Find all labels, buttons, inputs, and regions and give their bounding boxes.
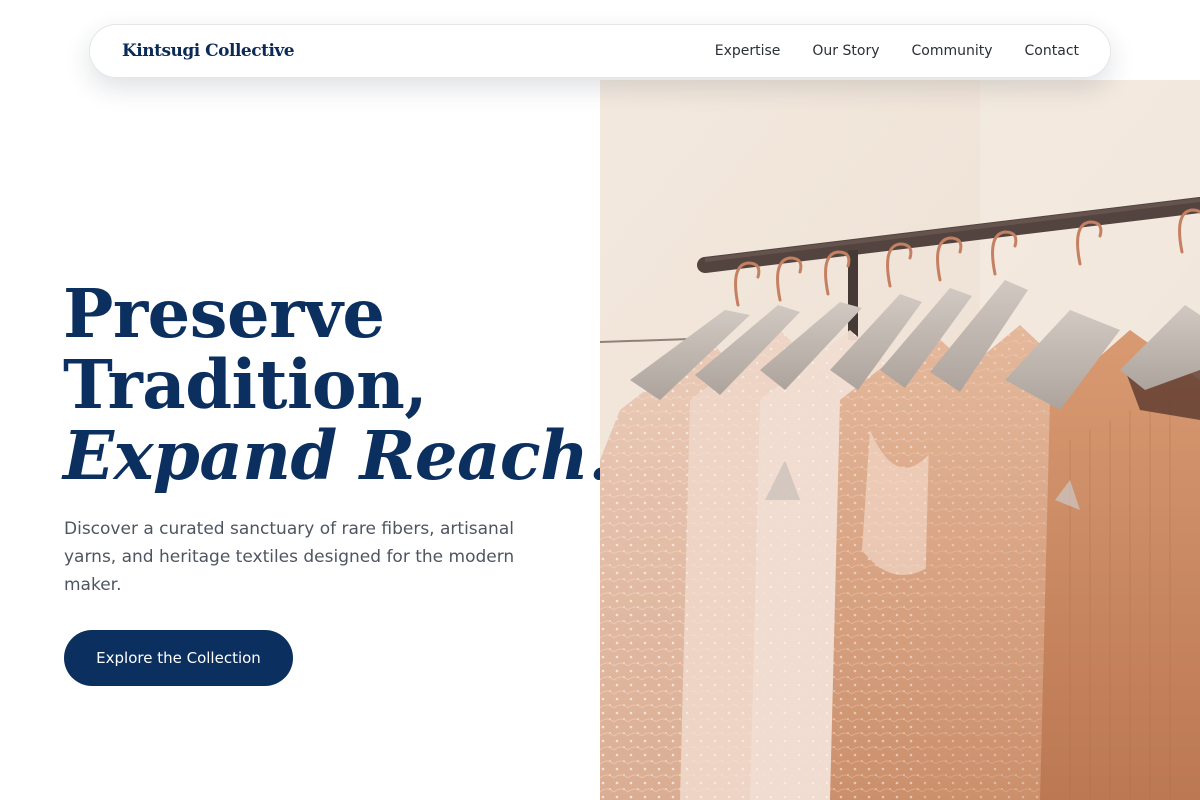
nav-link-contact[interactable]: Contact	[1025, 43, 1079, 59]
explore-collection-button[interactable]: Explore the Collection	[64, 630, 293, 686]
brand-logo[interactable]: Kintsugi Collective	[122, 41, 295, 61]
hero-title-line-1: Preserve	[63, 274, 385, 353]
hero-title-line-2: Tradition,	[63, 345, 428, 424]
top-nav-bar: Kintsugi Collective Expertise Our Story …	[89, 24, 1111, 78]
hero-description: Discover a curated sanctuary of rare fib…	[64, 519, 515, 595]
nav-link-our-story[interactable]: Our Story	[812, 43, 879, 59]
hero-title-line-3: Expand Reach.	[63, 416, 612, 495]
nav-link-community[interactable]: Community	[912, 43, 993, 59]
nav-links: Expertise Our Story Community Contact	[715, 43, 1079, 59]
hero-title: Preserve Tradition, Expand Reach.	[63, 274, 612, 495]
hero-image-clothing-rack	[600, 80, 1200, 800]
nav-link-expertise[interactable]: Expertise	[715, 43, 781, 59]
